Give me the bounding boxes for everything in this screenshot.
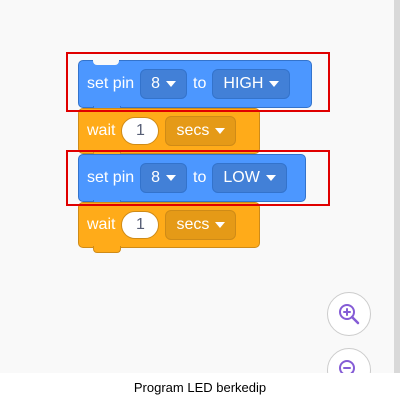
caret-down-icon: [215, 222, 226, 228]
set-pin-label: set pin: [87, 75, 135, 92]
wait-amount-input[interactable]: 1: [121, 211, 160, 239]
zoom-in-button[interactable]: [327, 292, 371, 336]
state-dropdown[interactable]: LOW: [212, 163, 287, 193]
set-pin-label: set pin: [87, 169, 135, 186]
unit-value: secs: [176, 216, 210, 233]
code-workspace: set pin 8 to HIGH wait 1 secs set pin 8 …: [0, 0, 400, 373]
unit-dropdown[interactable]: secs: [165, 116, 237, 146]
state-dropdown[interactable]: HIGH: [212, 69, 291, 99]
wait-amount-input[interactable]: 1: [121, 117, 160, 145]
set-pin-block-high[interactable]: set pin 8 to HIGH: [78, 60, 312, 113]
vertical-scrollbar[interactable]: [394, 0, 400, 373]
zoom-out-icon: [339, 360, 355, 373]
caret-down-icon: [166, 175, 177, 181]
wait-label: wait: [87, 216, 116, 233]
wait-block-2[interactable]: wait 1 secs: [78, 202, 260, 253]
block-bottom-notch: [93, 246, 121, 253]
zoom-in-icon: [339, 304, 360, 325]
pin-value: 8: [151, 75, 161, 92]
state-value: HIGH: [223, 75, 264, 92]
caret-down-icon: [265, 175, 276, 181]
figure-caption: Program LED berkedip: [0, 373, 400, 402]
to-label: to: [193, 169, 207, 186]
wait-label: wait: [87, 122, 116, 139]
to-label: to: [193, 75, 207, 92]
caret-down-icon: [215, 128, 226, 134]
block-top-notch: [93, 60, 119, 65]
unit-dropdown[interactable]: secs: [165, 210, 237, 240]
zoom-out-button[interactable]: [327, 348, 371, 373]
set-pin-block-low[interactable]: set pin 8 to LOW: [78, 154, 306, 207]
wait-block-1[interactable]: wait 1 secs: [78, 108, 260, 159]
pin-value: 8: [151, 169, 161, 186]
caret-down-icon: [166, 81, 177, 87]
state-value: LOW: [223, 169, 260, 186]
pin-dropdown[interactable]: 8: [140, 163, 188, 193]
unit-value: secs: [176, 122, 210, 139]
caret-down-icon: [269, 81, 280, 87]
pin-dropdown[interactable]: 8: [140, 69, 188, 99]
